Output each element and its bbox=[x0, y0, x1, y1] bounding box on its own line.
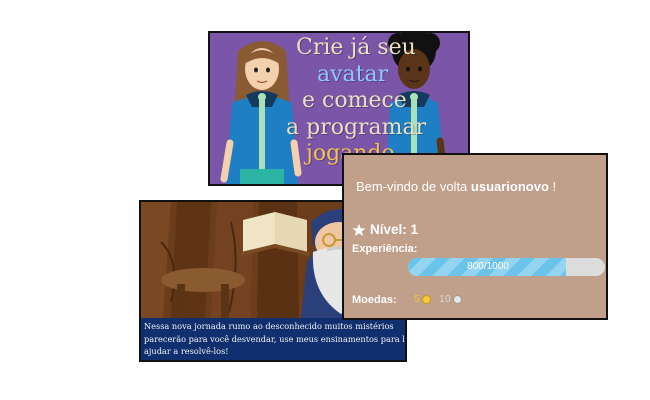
experience-label: Experiência: bbox=[352, 243, 418, 255]
experience-progress-text: 800/1000 bbox=[467, 261, 509, 272]
gold-coins: 5 bbox=[414, 293, 431, 305]
silver-coin-icon bbox=[452, 294, 462, 304]
star-icon bbox=[352, 223, 366, 236]
welcome-message: Bem-vindo de volta usuarionovo ! bbox=[356, 179, 556, 194]
level-indicator: Nível: 1 bbox=[352, 222, 418, 237]
silver-coins-count: 10 bbox=[439, 293, 451, 305]
welcome-suffix: ! bbox=[552, 179, 557, 194]
story-dialog-line-2: parecerão para você desvendar, use meus … bbox=[144, 333, 405, 344]
banner-line-2: avatar bbox=[317, 62, 389, 87]
story-dialog-line-1: Nessa nova jornada rumo ao desconhecido … bbox=[144, 321, 394, 331]
banner-line-1: Crie já seu bbox=[296, 35, 416, 60]
welcome-prefix: Bem-vindo de volta bbox=[356, 179, 468, 194]
silver-coins: 10 bbox=[439, 293, 462, 305]
level-label: Nível: 1 bbox=[370, 222, 419, 237]
username: usuarionovo bbox=[470, 179, 549, 194]
user-welcome-panel: Bem-vindo de volta usuarionovo ! Nível: … bbox=[342, 153, 608, 320]
story-dialog-line-3: ajudar a resolvê-los! bbox=[144, 346, 229, 357]
coins-label: Moedas: bbox=[352, 294, 397, 306]
banner-line-4: a programar bbox=[286, 115, 427, 140]
experience-progress-bar: 800/1000 bbox=[408, 258, 605, 276]
gold-coin-icon bbox=[421, 294, 431, 304]
gold-coins-count: 5 bbox=[414, 293, 420, 305]
story-dialog-box: Nessa nova jornada rumo ao desconhecido … bbox=[141, 318, 405, 360]
banner-line-3: e comece bbox=[302, 88, 407, 113]
